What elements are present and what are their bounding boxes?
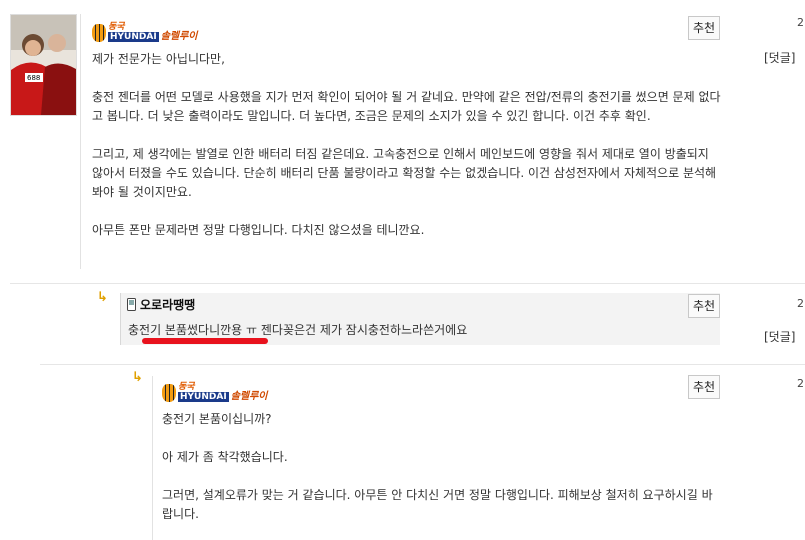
tiger-icon bbox=[162, 384, 176, 402]
reply-arrow-icon: ↳ bbox=[132, 370, 143, 385]
comment-paragraph: 제가 전문가는 아닙니다만, bbox=[92, 52, 225, 66]
comment-paragraph: 아무튼 폰만 문제라면 정말 다행입니다. 다치진 않으셨을 테니깐요. bbox=[92, 223, 425, 237]
logo-text-top: 동국 bbox=[178, 382, 195, 392]
reply-arrow-icon: ↳ bbox=[97, 290, 108, 305]
avatar-photo: 688 bbox=[11, 15, 76, 115]
comment-divider bbox=[40, 364, 805, 365]
logo-brand: HYUNDAI bbox=[108, 32, 159, 42]
comment-paragraph: 그러면, 설계오류가 맞는 거 같습니다. 아무튼 안 다치신 거면 정말 다행… bbox=[162, 488, 713, 521]
author-name[interactable]: 오로라땡땡 bbox=[140, 296, 195, 313]
comment-paragraph: 아 제가 좀 착각했습니다. bbox=[162, 450, 288, 464]
comment-number: 2 bbox=[797, 16, 804, 29]
comment-paragraph: 그리고, 제 생각에는 발열로 인한 배터리 터짐 같은데요. 고속충전으로 인… bbox=[92, 147, 717, 199]
logo-text-top: 동국 bbox=[108, 22, 125, 32]
recommend-button[interactable]: 추천 bbox=[688, 375, 720, 399]
comment-paragraph: 충전 젠더를 어떤 모델로 사용했을 지가 먼저 확인이 되어야 될 거 같네요… bbox=[92, 90, 721, 123]
comment-number: 2 bbox=[797, 297, 804, 310]
mobile-phone-icon bbox=[127, 298, 136, 311]
reply-text-rest: ㅠ 젠다꽂은건 제가 잠시충전하느라쓴거에요 bbox=[242, 323, 468, 337]
comment-number: 2 bbox=[797, 377, 804, 390]
comment-text-1: 제가 전문가는 아닙니다만, 충전 젠더를 어떤 모델로 사용했을 지가 먼저 … bbox=[92, 50, 722, 240]
recommend-button[interactable]: 추천 bbox=[688, 294, 720, 318]
user-avatar[interactable]: 688 bbox=[10, 14, 77, 116]
reply-box-border bbox=[152, 376, 153, 540]
reply-author: 오로라땡땡 bbox=[127, 296, 195, 313]
reply-link[interactable]: [덧글] bbox=[764, 49, 795, 66]
logo-text-bottom: 솔렐루이 bbox=[230, 391, 268, 402]
logo-brand: HYUNDAI bbox=[178, 392, 229, 402]
svg-text:688: 688 bbox=[27, 74, 40, 82]
logo-text-bottom: 솔렐루이 bbox=[160, 31, 198, 42]
user-logo: 동국 HYUNDAI 솔렐루이 bbox=[92, 22, 198, 42]
user-logo: 동국 HYUNDAI 솔렐루이 bbox=[162, 382, 268, 402]
underlined-text: 충전기 본품썼다니깐용 bbox=[128, 323, 243, 337]
recommend-button[interactable]: 추천 bbox=[688, 16, 720, 40]
comment-divider bbox=[10, 283, 805, 284]
reply-box-border bbox=[120, 293, 121, 345]
tiger-icon bbox=[92, 24, 106, 42]
red-underline-mark bbox=[142, 338, 268, 344]
reply-text-3: 충전기 본품이십니까? 아 제가 좀 착각했습니다. 그러면, 설계오류가 맞는… bbox=[162, 410, 722, 524]
reply-link[interactable]: [덧글] bbox=[764, 328, 795, 345]
comment-paragraph: 충전기 본품이십니까? bbox=[162, 412, 272, 426]
